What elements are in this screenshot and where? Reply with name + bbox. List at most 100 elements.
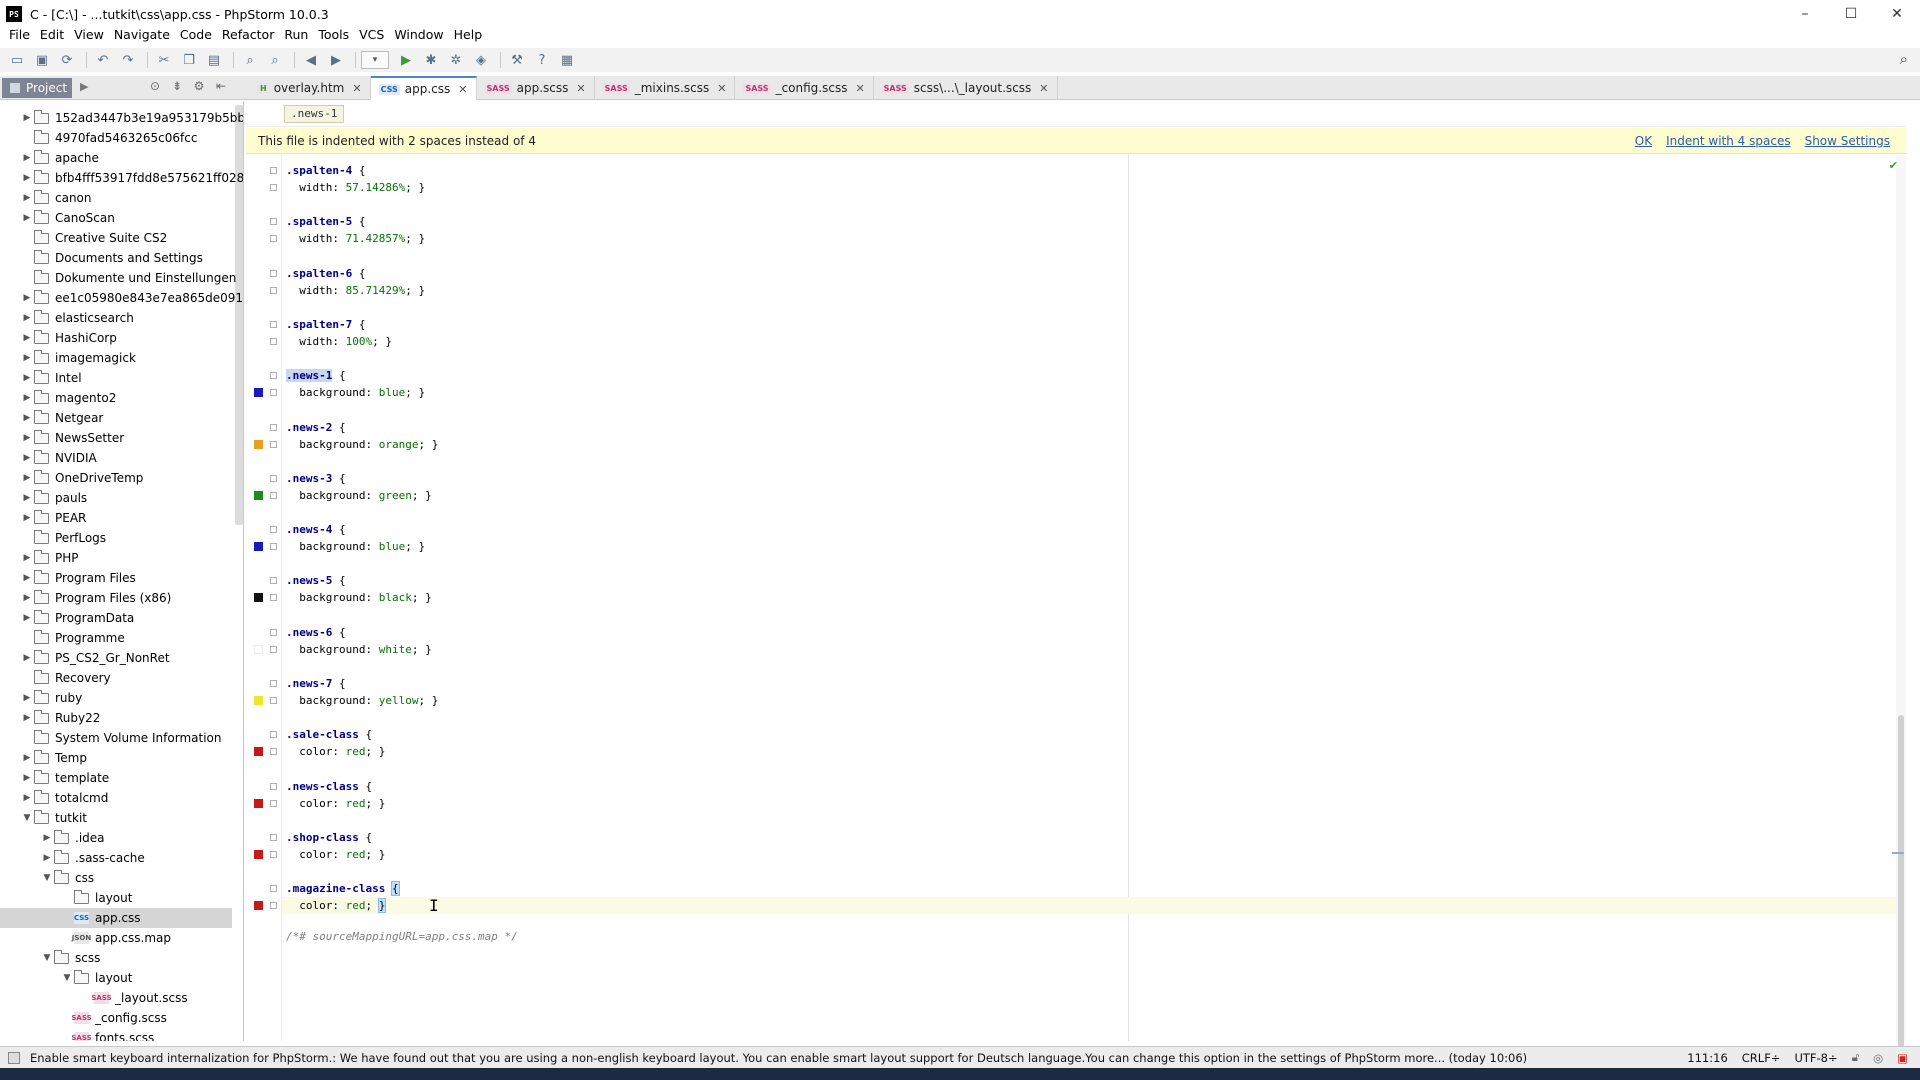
close-tab-icon[interactable]: ✕ [1039, 82, 1048, 95]
editor-tab[interactable]: SASS app.scss ✕ [477, 76, 595, 100]
tree-folder[interactable]: System Volume Information [0, 728, 232, 748]
chevron-right-icon[interactable]: ▶ [20, 493, 34, 503]
show-settings-link[interactable]: Show Settings [1805, 134, 1890, 148]
menu-help[interactable]: Help [449, 27, 488, 42]
code-line[interactable]: .spalten-6 { [286, 265, 365, 282]
tree-folder[interactable]: ▶ NewsSetter [0, 428, 232, 448]
tree-folder[interactable]: ▶ CanoScan [0, 208, 232, 228]
tree-folder[interactable]: ▶ ee1c05980e843e7ea865de091f68b [0, 288, 243, 308]
chevron-right-icon[interactable]: ▶ [20, 753, 34, 763]
chevron-right-icon[interactable]: ▶ [40, 833, 54, 843]
code-line[interactable]: background: yellow; } [286, 692, 438, 709]
code-line[interactable]: background: black; } [286, 589, 431, 606]
inspection-ok-icon[interactable]: ✔ [1889, 159, 1898, 172]
chevron-right-icon[interactable]: ▶ [40, 853, 54, 863]
menu-navigate[interactable]: Navigate [109, 27, 175, 42]
chevron-right-icon[interactable]: ▶ [20, 373, 34, 383]
tree-folder[interactable]: Recovery [0, 668, 232, 688]
fold-marker-icon[interactable] [270, 646, 277, 653]
fold-marker-icon[interactable] [270, 748, 277, 755]
fold-marker-icon[interactable] [270, 218, 277, 225]
sync-icon[interactable]: ⟳ [56, 50, 78, 70]
tree-folder[interactable]: ▼ tutkit [0, 808, 232, 828]
code-line[interactable]: width: 71.42857%; } [286, 230, 425, 247]
source-map-comment[interactable]: /*# sourceMappingURL=app.css.map */ [286, 928, 518, 945]
chevron-right-icon[interactable]: ▶ [20, 433, 34, 443]
tree-folder[interactable]: ▶ apache [0, 148, 232, 168]
color-swatch-icon[interactable] [254, 542, 263, 551]
replace-icon[interactable]: ⌕ [264, 50, 286, 70]
editor-tab[interactable]: Hoverlay.htm ✕ [250, 76, 371, 100]
tree-folder[interactable]: Dokumente und Einstellungen [0, 268, 236, 288]
code-line[interactable]: background: blue; } [286, 384, 425, 401]
tree-folder[interactable]: ▶ .sass-cache [0, 848, 232, 868]
help-icon[interactable]: ? [531, 50, 553, 70]
fold-marker-icon[interactable] [270, 680, 277, 687]
fold-marker-icon[interactable] [270, 184, 277, 191]
code-line[interactable]: .shop-class { [286, 829, 372, 846]
code-line[interactable]: .spalten-5 { [286, 213, 365, 230]
color-swatch-icon[interactable] [254, 696, 263, 705]
tree-folder[interactable]: ▶ Program Files [0, 568, 232, 588]
redo-icon[interactable]: ↷ [117, 50, 139, 70]
code-line[interactable]: width: 100%; } [286, 333, 392, 350]
menu-view[interactable]: View [69, 27, 109, 42]
run-config-combo[interactable]: ▾ [361, 51, 389, 69]
chevron-right-icon[interactable]: ▶ [20, 713, 34, 723]
chevron-right-icon[interactable]: ▶ [20, 513, 34, 523]
tree-folder[interactable]: ▼ css [0, 868, 232, 888]
code-line[interactable]: .news-4 { [286, 521, 346, 538]
gear-icon[interactable]: ⚙ [188, 79, 210, 93]
terminal-icon[interactable]: ▦ [556, 50, 578, 70]
tree-folder[interactable]: ▶ imagemagick [0, 348, 232, 368]
tree-folder[interactable]: Programme [0, 628, 232, 648]
code-line[interactable]: .news-6 { [286, 624, 346, 641]
tree-folder[interactable]: ▶ Program Files (x86) [0, 588, 232, 608]
fold-marker-icon[interactable] [270, 629, 277, 636]
chevron-right-icon[interactable]: ▶ [20, 333, 34, 343]
fold-marker-icon[interactable] [270, 372, 277, 379]
project-view-arrow-icon[interactable]: ▶ [80, 80, 88, 93]
editor-scrollbar[interactable] [1896, 155, 1906, 1075]
settings-icon[interactable]: ⚒ [506, 50, 528, 70]
menu-run[interactable]: Run [279, 27, 313, 42]
fold-marker-icon[interactable] [270, 167, 277, 174]
fold-marker-icon[interactable] [270, 800, 277, 807]
code-line[interactable]: background: white; } [286, 641, 431, 658]
code-line[interactable]: .news-7 { [286, 675, 346, 692]
tree-folder[interactable]: ▶ totalcmd [0, 788, 232, 808]
inspector-icon[interactable]: ◎ [1873, 1051, 1883, 1065]
chevron-right-icon[interactable]: ▶ [20, 193, 34, 203]
code-line[interactable]: color: red; } [286, 846, 385, 863]
chevron-right-icon[interactable]: ▶ [20, 413, 34, 423]
tree-folder[interactable]: ▼ scss [0, 948, 232, 968]
tree-folder[interactable]: ▶ PEAR [0, 508, 232, 528]
color-swatch-icon[interactable] [254, 850, 263, 859]
chevron-right-icon[interactable]: ▶ [20, 473, 34, 483]
tree-folder[interactable]: ▶ Netgear [0, 408, 232, 428]
tool-window-toggle-icon[interactable] [8, 1051, 20, 1064]
profile-icon[interactable]: ◈ [470, 50, 492, 70]
open-folder-icon[interactable]: ▭ [6, 50, 28, 70]
tree-folder[interactable]: ▶ elasticsearch [0, 308, 232, 328]
tree-folder[interactable]: ▶ 152ad3447b3e19a953179b5bbc7a [0, 108, 243, 128]
chevron-right-icon[interactable]: ▶ [20, 593, 34, 603]
tree-folder[interactable]: Creative Suite CS2 [0, 228, 232, 248]
save-icon[interactable]: ▣ [31, 50, 53, 70]
indent-4-spaces-link[interactable]: Indent with 4 spaces [1666, 134, 1790, 148]
close-tab-icon[interactable]: ✕ [855, 82, 864, 95]
code-line[interactable]: .sale-class { [286, 726, 372, 743]
fold-marker-icon[interactable] [270, 851, 277, 858]
code-line[interactable]: .spalten-4 { [286, 162, 365, 179]
tree-folder[interactable]: ▶ bfb4fff53917fdd8e575621ff0286a [0, 168, 243, 188]
code-line[interactable]: width: 85.71429%; } [286, 282, 425, 299]
fold-marker-icon[interactable] [270, 235, 277, 242]
fold-marker-icon[interactable] [270, 783, 277, 790]
code-line[interactable]: .magazine-class { [286, 880, 400, 897]
undo-icon[interactable]: ↶ [92, 50, 114, 70]
tree-folder[interactable]: ▶ Intel [0, 368, 232, 388]
code-line[interactable]: .news-class { [286, 778, 372, 795]
file-encoding[interactable]: UTF-8÷ [1794, 1051, 1837, 1065]
fold-marker-icon[interactable] [270, 475, 277, 482]
close-tab-icon[interactable]: ✕ [458, 83, 467, 96]
